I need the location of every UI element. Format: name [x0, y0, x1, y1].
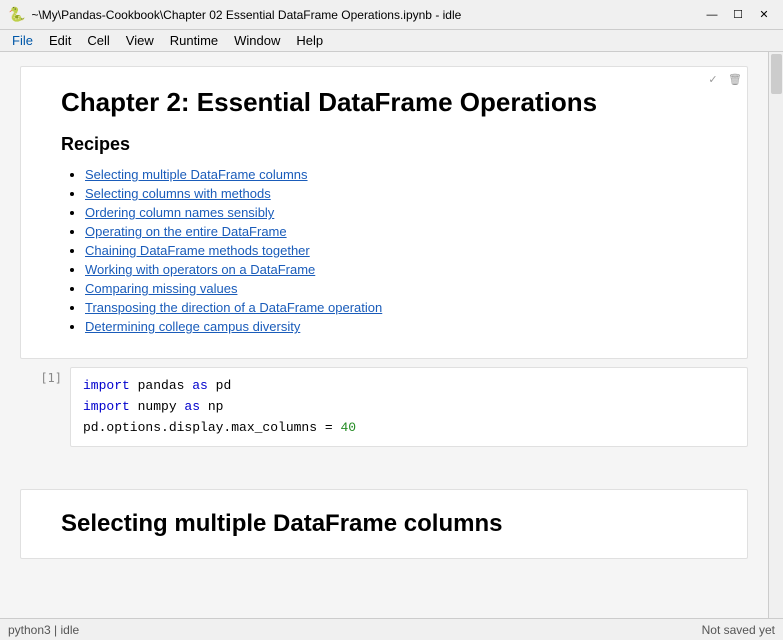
recipe-link-8[interactable]: Transposing the direction of a DataFrame…: [85, 300, 382, 315]
recipe-link-7[interactable]: Comparing missing values: [85, 281, 237, 296]
close-button[interactable]: ✕: [753, 4, 775, 26]
menu-view[interactable]: View: [118, 31, 162, 50]
recipes-heading: Recipes: [61, 134, 707, 155]
kernel-status: python3 | idle: [8, 623, 79, 637]
number-40: 40: [340, 420, 356, 435]
save-status: Not saved yet: [702, 623, 775, 637]
chapter-title: Chapter 2: Essential DataFrame Operation…: [61, 87, 707, 118]
menu-cell[interactable]: Cell: [79, 31, 117, 50]
list-item: Operating on the entire DataFrame: [85, 224, 707, 239]
minimize-button[interactable]: —: [701, 4, 723, 26]
notebook-content[interactable]: ✓ 🗑 Chapter 2: Essential DataFrame Opera…: [0, 52, 768, 618]
menu-runtime[interactable]: Runtime: [162, 31, 226, 50]
keyword-as-1: as: [192, 378, 208, 393]
list-item: Comparing missing values: [85, 281, 707, 296]
recipe-link-5[interactable]: Chaining DataFrame methods together: [85, 243, 310, 258]
window-title: ~\My\Pandas-Cookbook\Chapter 02 Essentia…: [31, 8, 461, 22]
list-item: Selecting columns with methods: [85, 186, 707, 201]
scroll-thumb[interactable]: [771, 54, 782, 94]
section-heading: Selecting multiple DataFrame columns: [20, 489, 748, 559]
recipe-link-4[interactable]: Operating on the entire DataFrame: [85, 224, 287, 239]
chapter-header-cell: ✓ 🗑 Chapter 2: Essential DataFrame Opera…: [20, 66, 748, 359]
code-content[interactable]: import pandas as pd import numpy as np p…: [70, 367, 748, 447]
code-cell-1: [1] import pandas as pd import numpy as …: [20, 367, 748, 447]
code-line-3: pd.options.display.max_columns = 40: [83, 418, 735, 439]
menu-window[interactable]: Window: [226, 31, 288, 50]
cell-prompt: [1]: [20, 367, 70, 385]
list-item: Transposing the direction of a DataFrame…: [85, 300, 707, 315]
title-bar: 🐍 ~\My\Pandas-Cookbook\Chapter 02 Essent…: [0, 0, 783, 30]
list-item: Determining college campus diversity: [85, 319, 707, 334]
recipe-link-6[interactable]: Working with operators on a DataFrame: [85, 262, 315, 277]
menu-help[interactable]: Help: [288, 31, 331, 50]
check-icon[interactable]: ✓: [704, 70, 722, 88]
spacer: [0, 455, 768, 485]
code-line-1: import pandas as pd: [83, 376, 735, 397]
list-item: Chaining DataFrame methods together: [85, 243, 707, 258]
app-icon: 🐍: [8, 6, 25, 23]
menu-edit[interactable]: Edit: [41, 31, 79, 50]
markdown-cell-chapter: ✓ 🗑 Chapter 2: Essential DataFrame Opera…: [20, 66, 748, 359]
recipe-link-2[interactable]: Selecting columns with methods: [85, 186, 271, 201]
recipe-link-9[interactable]: Determining college campus diversity: [85, 319, 300, 334]
status-bar: python3 | idle Not saved yet: [0, 618, 783, 640]
list-item: Ordering column names sensibly: [85, 205, 707, 220]
section-title-cell: Selecting multiple DataFrame columns: [20, 489, 748, 559]
cell-toolbar: ✓ 🗑: [704, 70, 744, 88]
keyword-as-2: as: [184, 399, 200, 414]
window-controls: — ☐ ✕: [701, 4, 775, 26]
list-item: Working with operators on a DataFrame: [85, 262, 707, 277]
main-area: ✓ 🗑 Chapter 2: Essential DataFrame Opera…: [0, 52, 783, 618]
scrollbar[interactable]: [768, 52, 783, 618]
menu-bar: File Edit Cell View Runtime Window Help: [0, 30, 783, 52]
recipe-list: Selecting multiple DataFrame columns Sel…: [61, 167, 707, 334]
recipe-link-3[interactable]: Ordering column names sensibly: [85, 205, 274, 220]
keyword-import-1: import: [83, 378, 130, 393]
list-item: Selecting multiple DataFrame columns: [85, 167, 707, 182]
maximize-button[interactable]: ☐: [727, 4, 749, 26]
delete-icon[interactable]: 🗑: [726, 70, 744, 88]
keyword-import-2: import: [83, 399, 130, 414]
code-line-2: import numpy as np: [83, 397, 735, 418]
section-title: Selecting multiple DataFrame columns: [61, 510, 707, 538]
recipe-link-1[interactable]: Selecting multiple DataFrame columns: [85, 167, 308, 182]
menu-file[interactable]: File: [4, 31, 41, 50]
